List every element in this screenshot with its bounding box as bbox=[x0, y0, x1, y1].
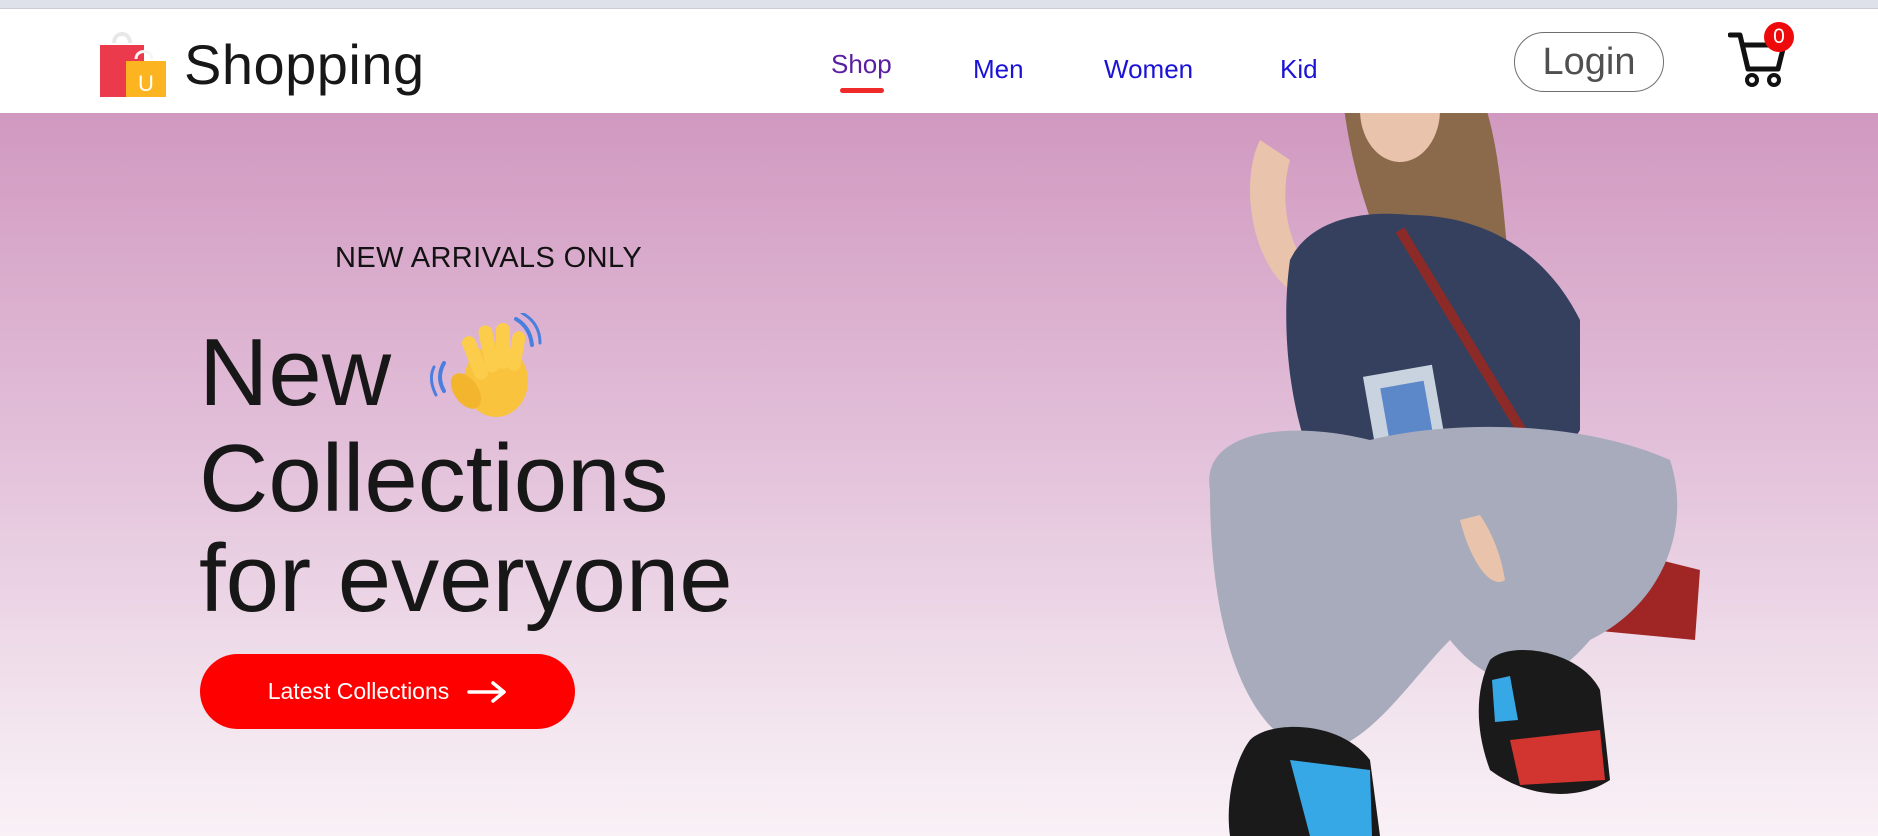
waving-hand-icon bbox=[430, 313, 542, 417]
brand-name: Shopping bbox=[184, 32, 425, 96]
headline-line-1: New bbox=[199, 319, 392, 426]
nav-link-shop[interactable]: Shop bbox=[831, 49, 892, 80]
headline-line-2: Collections bbox=[199, 425, 669, 532]
nav-link-men[interactable]: Men bbox=[973, 54, 1024, 85]
login-button[interactable]: Login bbox=[1514, 32, 1664, 92]
hero-kicker: NEW ARRIVALS ONLY bbox=[335, 242, 643, 274]
active-nav-underline bbox=[840, 88, 884, 93]
shopping-bags-icon: U bbox=[100, 32, 166, 97]
nav-link-women[interactable]: Women bbox=[1104, 54, 1193, 85]
navbar: U Shopping Shop Men Women Kid Login 0 bbox=[0, 9, 1878, 113]
brand[interactable]: U Shopping bbox=[96, 29, 425, 99]
headline-line-3: for everyone bbox=[199, 525, 733, 632]
arrow-right-icon bbox=[467, 680, 507, 703]
cart-count-badge: 0 bbox=[1764, 22, 1794, 52]
hero-section: NEW ARRIVALS ONLY New Collections for ev… bbox=[0, 113, 1878, 836]
logo-letter: U bbox=[138, 71, 154, 96]
latest-collections-button[interactable]: Latest Collections bbox=[200, 654, 575, 729]
model-photo bbox=[1209, 113, 1700, 836]
browser-top-strip bbox=[0, 0, 1878, 9]
cta-label: Latest Collections bbox=[267, 678, 450, 704]
nav-link-kid[interactable]: Kid bbox=[1280, 54, 1318, 85]
